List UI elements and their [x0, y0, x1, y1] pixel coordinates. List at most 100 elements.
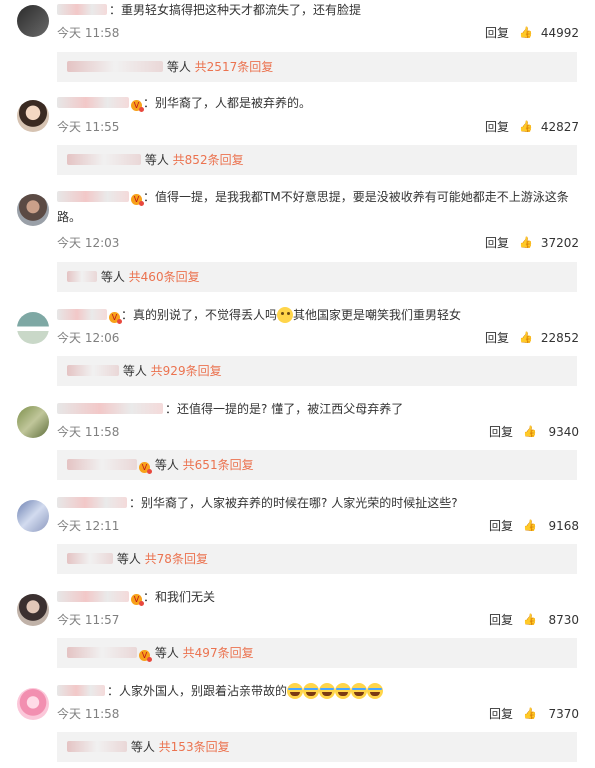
- sub-username-blurred[interactable]: [67, 459, 137, 470]
- comment-text: 和我们无关: [155, 590, 216, 604]
- username-blurred[interactable]: [57, 591, 129, 602]
- vip-badge-icon: V: [139, 462, 152, 474]
- more-replies-link[interactable]: 共929条回复: [151, 364, 222, 378]
- sub-replies-box[interactable]: 等人 共153条回复: [57, 732, 577, 762]
- sub-replies-box[interactable]: 等人 共929条回复: [57, 356, 577, 386]
- sub-replies-box[interactable]: 等人 共852条回复: [57, 145, 577, 175]
- reply-button[interactable]: 回复: [485, 233, 509, 253]
- more-replies-link[interactable]: 共497条回复: [183, 646, 254, 660]
- laugh-cry-icon: [303, 683, 320, 699]
- username-blurred[interactable]: [57, 97, 129, 108]
- thumbs-up-icon[interactable]: 👍: [519, 332, 533, 344]
- sub-username-blurred[interactable]: [67, 647, 137, 658]
- like-count: 37202: [540, 236, 579, 250]
- more-replies-link[interactable]: 共460条回复: [129, 270, 200, 284]
- more-replies-link[interactable]: 共2517条回复: [195, 60, 274, 74]
- colon: ：: [107, 684, 120, 698]
- sub-username-blurred[interactable]: [67, 553, 113, 564]
- more-replies-link[interactable]: 共651条回复: [183, 458, 254, 472]
- avatar[interactable]: [17, 406, 49, 438]
- thumbs-up-icon[interactable]: 👍: [523, 614, 537, 626]
- more-replies-link[interactable]: 共78条回复: [145, 552, 208, 566]
- username-blurred[interactable]: [57, 191, 129, 202]
- reply-button[interactable]: 回复: [485, 117, 509, 137]
- others-label: 等人: [154, 458, 179, 472]
- laugh-cry-icon: [367, 683, 384, 699]
- comment-meta: 今天 11:58 回复 👍 7370: [57, 704, 579, 724]
- thumbs-up-icon[interactable]: 👍: [523, 708, 537, 720]
- sub-username-blurred[interactable]: [67, 154, 141, 165]
- comment-body: V ：别华裔了，人都是被弃养的。: [57, 93, 579, 113]
- reply-button[interactable]: 回复: [485, 23, 509, 43]
- reply-button[interactable]: 回复: [485, 328, 509, 348]
- timestamp: 今天 12:11: [57, 519, 120, 533]
- sub-replies-box[interactable]: V 等人 共497条回复: [57, 638, 577, 668]
- more-replies-link[interactable]: 共153条回复: [159, 740, 230, 754]
- comment-meta: 今天 12:03 回复 👍 37202: [57, 233, 579, 253]
- username-blurred[interactable]: [57, 4, 107, 15]
- username-blurred[interactable]: [57, 403, 163, 414]
- avatar[interactable]: [17, 100, 49, 132]
- like-count: 8730: [548, 613, 579, 627]
- avatar[interactable]: [17, 594, 49, 626]
- avatar[interactable]: [17, 312, 49, 344]
- comment-meta: 今天 11:55 回复 👍 42827: [57, 117, 579, 137]
- comment-text: 别华裔了，人家被弃养的时候在哪? 人家光荣的时候扯这些?: [141, 496, 458, 510]
- comment-meta: 今天 11:57 回复 👍 8730: [57, 610, 579, 630]
- sub-replies-box[interactable]: 等人 共78条回复: [57, 544, 577, 574]
- thumbs-up-icon[interactable]: 👍: [519, 27, 533, 39]
- sub-username-blurred[interactable]: [67, 365, 119, 376]
- comment-meta: 今天 11:58 回复 👍 9340: [57, 422, 579, 442]
- thumbs-up-icon[interactable]: 👍: [519, 121, 533, 133]
- timestamp: 今天 11:58: [57, 425, 120, 439]
- others-label: 等人: [130, 740, 155, 754]
- timestamp: 今天 11:58: [57, 26, 120, 40]
- sub-replies-box[interactable]: 等人 共2517条回复: [57, 52, 577, 82]
- sub-replies-box[interactable]: V 等人 共651条回复: [57, 450, 577, 480]
- sub-username-blurred[interactable]: [67, 271, 97, 282]
- comment-text-part1: 真的别说了，不觉得丢人吗: [133, 308, 278, 322]
- reply-button[interactable]: 回复: [489, 516, 513, 536]
- avatar[interactable]: [17, 5, 49, 37]
- like-count: 7370: [548, 707, 579, 721]
- avatar[interactable]: [17, 688, 49, 720]
- others-label: 等人: [144, 153, 169, 167]
- thumbs-up-icon[interactable]: 👍: [523, 426, 537, 438]
- timestamp: 今天 11:58: [57, 707, 120, 721]
- comment-body: V ：值得一提，是我我都TM不好意思提，要是没被收养有可能她都走不上游泳这条路。: [57, 187, 579, 227]
- comment-meta: 今天 12:11 回复 👍 9168: [57, 516, 579, 536]
- reply-button[interactable]: 回复: [489, 704, 513, 724]
- others-label: 等人: [122, 364, 147, 378]
- vip-badge-icon: V: [109, 312, 122, 324]
- thumbs-up-icon[interactable]: 👍: [519, 237, 533, 249]
- username-blurred[interactable]: [57, 497, 127, 508]
- more-replies-link[interactable]: 共852条回复: [173, 153, 244, 167]
- reply-button[interactable]: 回复: [489, 610, 513, 630]
- vip-badge-icon: V: [131, 194, 144, 206]
- comment-text: 重男轻女搞得把这种天才都流失了，还有脸提: [121, 3, 362, 17]
- comment-body: ：重男轻女搞得把这种天才都流失了，还有脸提: [57, 0, 579, 20]
- reply-button[interactable]: 回复: [489, 422, 513, 442]
- comment-meta: 今天 12:06 回复 👍 22852: [57, 328, 579, 348]
- colon: ：: [121, 308, 134, 322]
- timestamp: 今天 12:06: [57, 331, 120, 345]
- like-count: 44992: [540, 26, 579, 40]
- sub-username-blurred[interactable]: [67, 61, 163, 72]
- sub-replies-box[interactable]: 等人 共460条回复: [57, 262, 577, 292]
- avatar[interactable]: [17, 194, 49, 226]
- others-label: 等人: [154, 646, 179, 660]
- comment-meta: 今天 11:58 回复 👍 44992: [57, 23, 579, 43]
- comment-body: V ：真的别说了，不觉得丢人吗 其他国家更是嘲笑我们重男轻女: [57, 305, 579, 325]
- like-count: 9340: [548, 425, 579, 439]
- colon: ：: [129, 496, 142, 510]
- comment-text-part2: 其他国家更是嘲笑我们重男轻女: [293, 308, 462, 322]
- thumbs-up-icon[interactable]: 👍: [523, 520, 537, 532]
- like-count: 22852: [540, 331, 579, 345]
- username-blurred[interactable]: [57, 685, 105, 696]
- colon: ：: [143, 590, 156, 604]
- laugh-cry-icon: [335, 683, 352, 699]
- sub-username-blurred[interactable]: [67, 741, 127, 752]
- avatar[interactable]: [17, 500, 49, 532]
- others-label: 等人: [116, 552, 141, 566]
- username-blurred[interactable]: [57, 309, 107, 320]
